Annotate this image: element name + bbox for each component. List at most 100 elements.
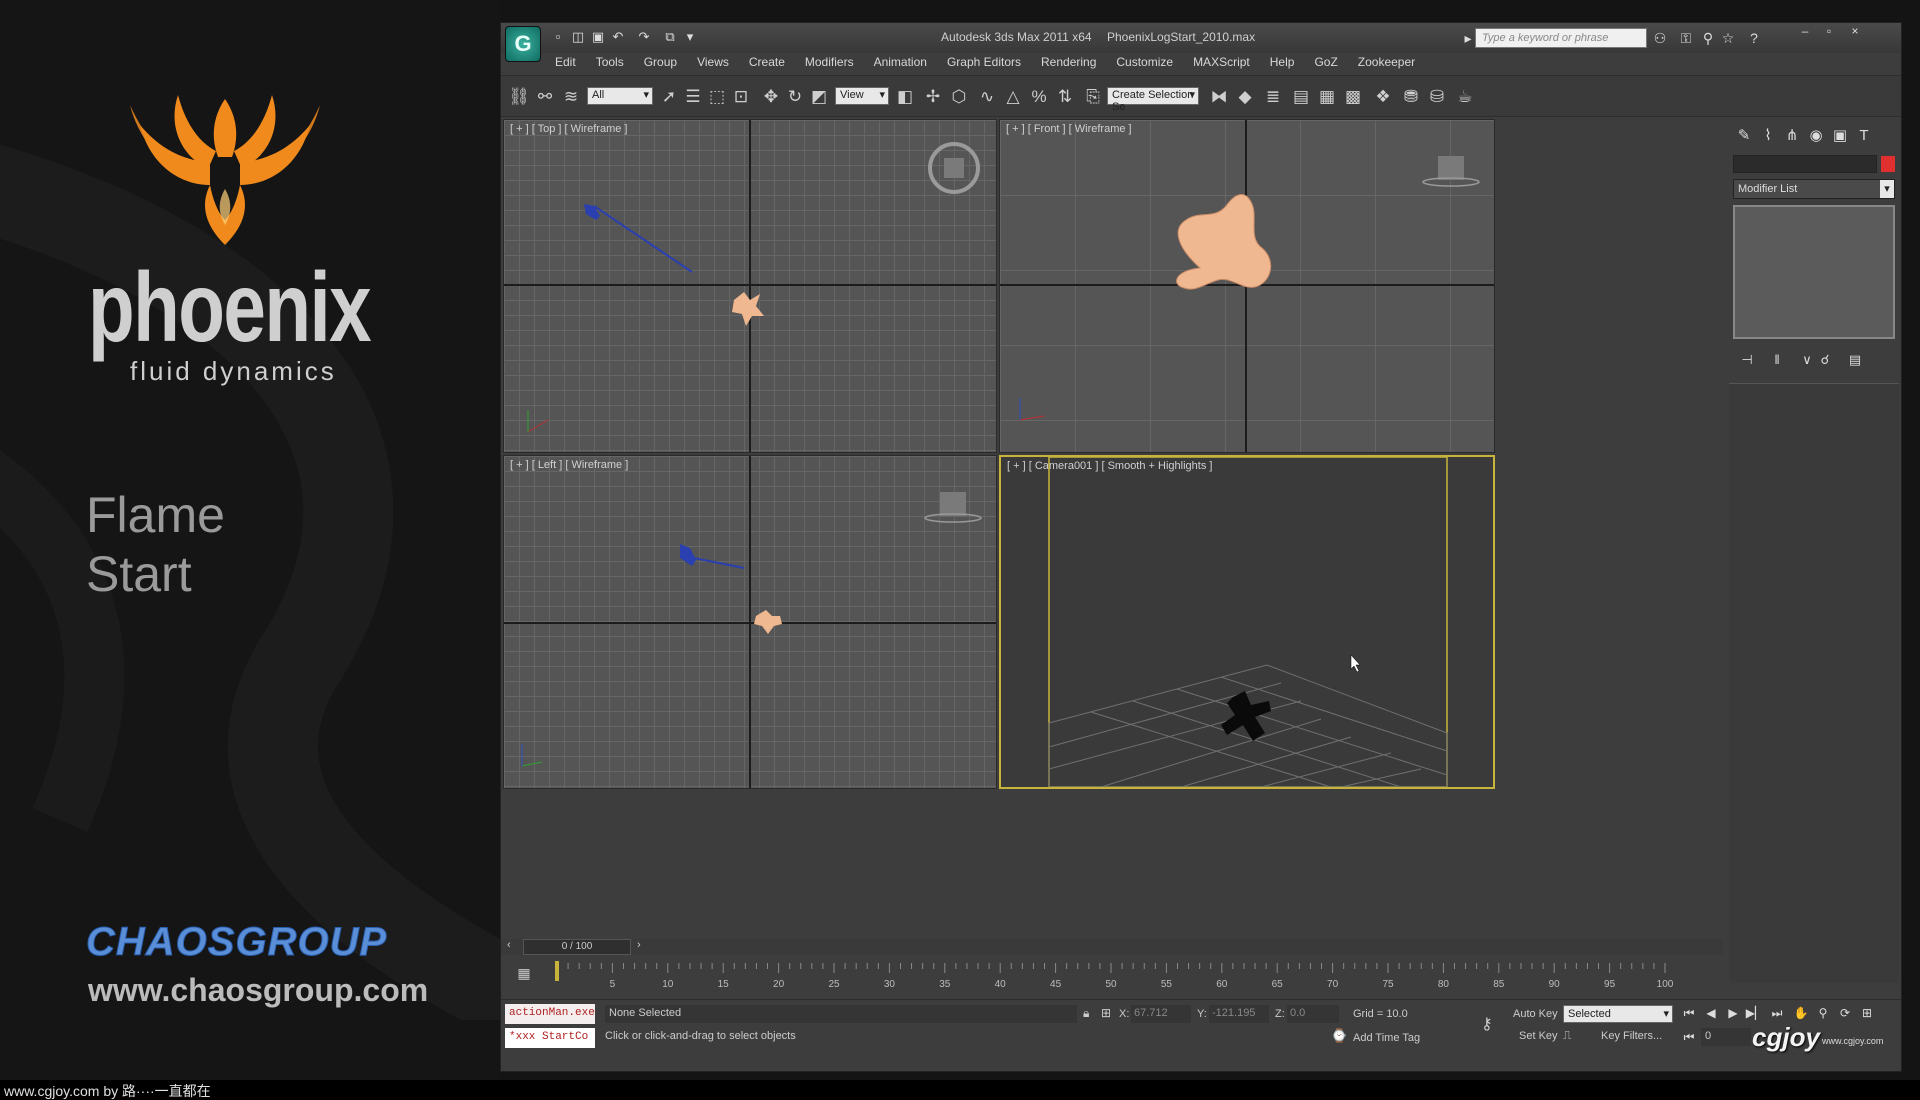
communication-icon[interactable]: ⚲ bbox=[1699, 29, 1717, 47]
time-prev-arrow-icon[interactable]: ‹ bbox=[507, 939, 511, 951]
x-coordinate-field[interactable]: 67.712 bbox=[1131, 1005, 1191, 1023]
key-filters-button[interactable]: Key Filters... bbox=[1601, 1030, 1662, 1042]
orbit-icon[interactable]: ⟳ bbox=[1835, 1004, 1855, 1022]
menu-edit[interactable]: Edit bbox=[545, 53, 586, 73]
select-by-name-icon[interactable]: ☰ bbox=[681, 86, 705, 108]
menu-customize[interactable]: Customize bbox=[1106, 53, 1183, 73]
render-setup-icon[interactable]: ⛃ bbox=[1399, 86, 1423, 108]
menu-group[interactable]: Group bbox=[634, 53, 687, 73]
menu-tools[interactable]: Tools bbox=[586, 53, 634, 73]
close-button[interactable]: × bbox=[1843, 23, 1867, 39]
modifier-list-dropdown[interactable]: Modifier List bbox=[1733, 179, 1895, 199]
snaps-toggle-icon[interactable]: ∿ bbox=[975, 86, 999, 108]
menu-rendering[interactable]: Rendering bbox=[1031, 53, 1106, 73]
pan-view-icon[interactable]: ✋ bbox=[1791, 1004, 1811, 1022]
schematic-view-icon[interactable]: ▩ bbox=[1341, 86, 1365, 108]
z-coordinate-field[interactable]: 0.0 bbox=[1287, 1005, 1339, 1023]
layer-manager-icon[interactable]: ≣ bbox=[1261, 86, 1285, 108]
menu-animation[interactable]: Animation bbox=[864, 53, 937, 73]
subscription-key-icon[interactable]: ⚿ bbox=[1677, 29, 1695, 47]
modifier-stack[interactable] bbox=[1733, 205, 1895, 339]
maximize-button[interactable]: ▫ bbox=[1817, 23, 1841, 39]
spinner-snap-icon[interactable]: ⇅ bbox=[1053, 86, 1077, 108]
display-tab-icon[interactable]: ▣ bbox=[1829, 125, 1851, 147]
go-to-end-icon[interactable]: ⏭ bbox=[1767, 1004, 1787, 1022]
play-icon[interactable]: ▶ bbox=[1723, 1004, 1743, 1022]
add-time-tag-button[interactable]: Add Time Tag bbox=[1353, 1032, 1420, 1044]
pin-stack-icon[interactable]: ⊣ bbox=[1737, 351, 1757, 369]
binoculars-icon[interactable]: ⚇ bbox=[1651, 29, 1669, 47]
curve-editor-icon[interactable]: ▦ bbox=[1315, 86, 1339, 108]
time-tag-icon[interactable]: ⌚ bbox=[1331, 1028, 1347, 1044]
y-coordinate-field[interactable]: -121.195 bbox=[1209, 1005, 1269, 1023]
viewport-top[interactable]: [ + ] [ Top ] [ Wireframe ] bbox=[503, 119, 997, 453]
new-file-icon[interactable]: ▫ bbox=[549, 29, 567, 45]
keyboard-shortcut-icon[interactable]: ⬡ bbox=[947, 86, 971, 108]
next-frame-icon[interactable]: ▶▏ bbox=[1745, 1004, 1765, 1022]
align-icon[interactable]: ◆ bbox=[1233, 86, 1257, 108]
configure-sets-icon[interactable]: ▤ bbox=[1845, 351, 1865, 369]
rendered-frame-window-icon[interactable]: ⛁ bbox=[1425, 86, 1449, 108]
object-name-field[interactable] bbox=[1733, 155, 1877, 173]
create-tab-icon[interactable]: ✎ bbox=[1733, 125, 1755, 147]
show-end-result-icon[interactable]: ‖ bbox=[1767, 351, 1787, 369]
auto-key-button[interactable]: Auto Key bbox=[1513, 1008, 1558, 1020]
graphite-ribbon-icon[interactable]: ▤ bbox=[1289, 86, 1313, 108]
select-and-link-icon[interactable]: ⛓ bbox=[507, 86, 531, 108]
object-color-swatch[interactable] bbox=[1881, 156, 1895, 172]
viewport-left[interactable]: [ + ] [ Left ] [ Wireframe ] bbox=[503, 455, 997, 789]
selection-filter-dropdown[interactable]: All bbox=[587, 87, 653, 105]
key-mode-toggle-icon[interactable]: ⏮ bbox=[1679, 1028, 1699, 1046]
track-bar[interactable]: ▦ 5 10 15 20 25 30 35 40 45 50 55 60 65 70 75 80 85 90 95 1… bbox=[501, 955, 1723, 999]
viewport-front[interactable]: [ + ] [ Front ] [ Wireframe ] bbox=[999, 119, 1495, 453]
bind-space-warp-icon[interactable]: ≋ bbox=[559, 86, 583, 108]
modify-tab-icon[interactable]: ⌇ bbox=[1757, 125, 1779, 147]
select-object-icon[interactable]: ➚ bbox=[657, 86, 681, 108]
maxscript-listener-output[interactable]: actionMan.exe bbox=[505, 1004, 595, 1024]
application-menu-button[interactable]: G bbox=[505, 26, 541, 62]
curve-editor-mini-icon[interactable]: ▦ bbox=[515, 965, 533, 983]
pivot-center-icon[interactable]: ◧ bbox=[893, 86, 917, 108]
zoom-icon[interactable]: ⚲ bbox=[1813, 1004, 1833, 1022]
named-selection-dropdown[interactable]: Create Selection Se bbox=[1107, 87, 1199, 113]
menu-create[interactable]: Create bbox=[739, 53, 795, 73]
key-mode-dropdown[interactable]: Selected bbox=[1563, 1005, 1673, 1023]
menu-goz[interactable]: GoZ bbox=[1304, 53, 1347, 73]
unlink-icon[interactable]: ⚯ bbox=[533, 86, 557, 108]
menu-help[interactable]: Help bbox=[1260, 53, 1305, 73]
motion-tab-icon[interactable]: ◉ bbox=[1805, 125, 1827, 147]
maxscript-listener-input[interactable]: *xxx StartCo bbox=[505, 1028, 595, 1048]
previous-frame-icon[interactable]: ◀ bbox=[1701, 1004, 1721, 1022]
utilities-tab-icon[interactable]: T bbox=[1853, 125, 1875, 147]
favorites-star-icon[interactable]: ☆ bbox=[1719, 29, 1737, 47]
edit-named-selection-icon[interactable]: ⎘ bbox=[1081, 86, 1105, 108]
help-icon[interactable]: ? bbox=[1745, 29, 1763, 47]
quick-access-dropdown-icon[interactable]: ▾ bbox=[681, 29, 699, 45]
current-frame-marker[interactable] bbox=[555, 961, 559, 981]
percent-snap-icon[interactable]: % bbox=[1027, 86, 1051, 108]
menu-modifiers[interactable]: Modifiers bbox=[795, 53, 864, 73]
open-file-icon[interactable]: ◫ bbox=[569, 29, 587, 45]
remove-modifier-icon[interactable]: ☌ bbox=[1815, 351, 1835, 369]
make-unique-icon[interactable]: ∨ bbox=[1797, 351, 1817, 369]
manipulate-icon[interactable]: ✢ bbox=[921, 86, 945, 108]
selection-lock-icon[interactable]: 🔒︎ bbox=[1083, 1006, 1089, 1021]
redo-icon[interactable]: ↷ bbox=[635, 29, 653, 45]
time-slider[interactable]: ‹ 0 / 100 › bbox=[501, 939, 1723, 955]
set-key-icon[interactable]: ⚷ bbox=[1481, 1014, 1493, 1034]
save-file-icon[interactable]: ▣ bbox=[589, 29, 607, 45]
go-to-start-icon[interactable]: ⏮ bbox=[1679, 1004, 1699, 1022]
menu-zookeeper[interactable]: Zookeeper bbox=[1348, 53, 1425, 73]
angle-snap-icon[interactable]: △ bbox=[1001, 86, 1025, 108]
project-folder-icon[interactable]: ⧉ bbox=[661, 29, 679, 45]
window-crossing-icon[interactable]: ⊡ bbox=[729, 86, 753, 108]
undo-icon[interactable]: ↶ bbox=[609, 29, 627, 45]
render-production-icon[interactable]: ☕ bbox=[1453, 86, 1477, 108]
absolute-mode-icon[interactable]: ⊞ bbox=[1101, 1006, 1111, 1020]
scale-icon[interactable]: ◩ bbox=[807, 86, 831, 108]
mirror-icon[interactable]: ⧓ bbox=[1207, 86, 1231, 108]
rectangular-selection-icon[interactable]: ⬚ bbox=[705, 86, 729, 108]
menu-views[interactable]: Views bbox=[687, 53, 739, 73]
viewport-camera[interactable]: [ + ] [ Camera001 ] [ Smooth + Highlight… bbox=[999, 455, 1495, 789]
current-frame-field[interactable]: 0 bbox=[1701, 1028, 1751, 1046]
